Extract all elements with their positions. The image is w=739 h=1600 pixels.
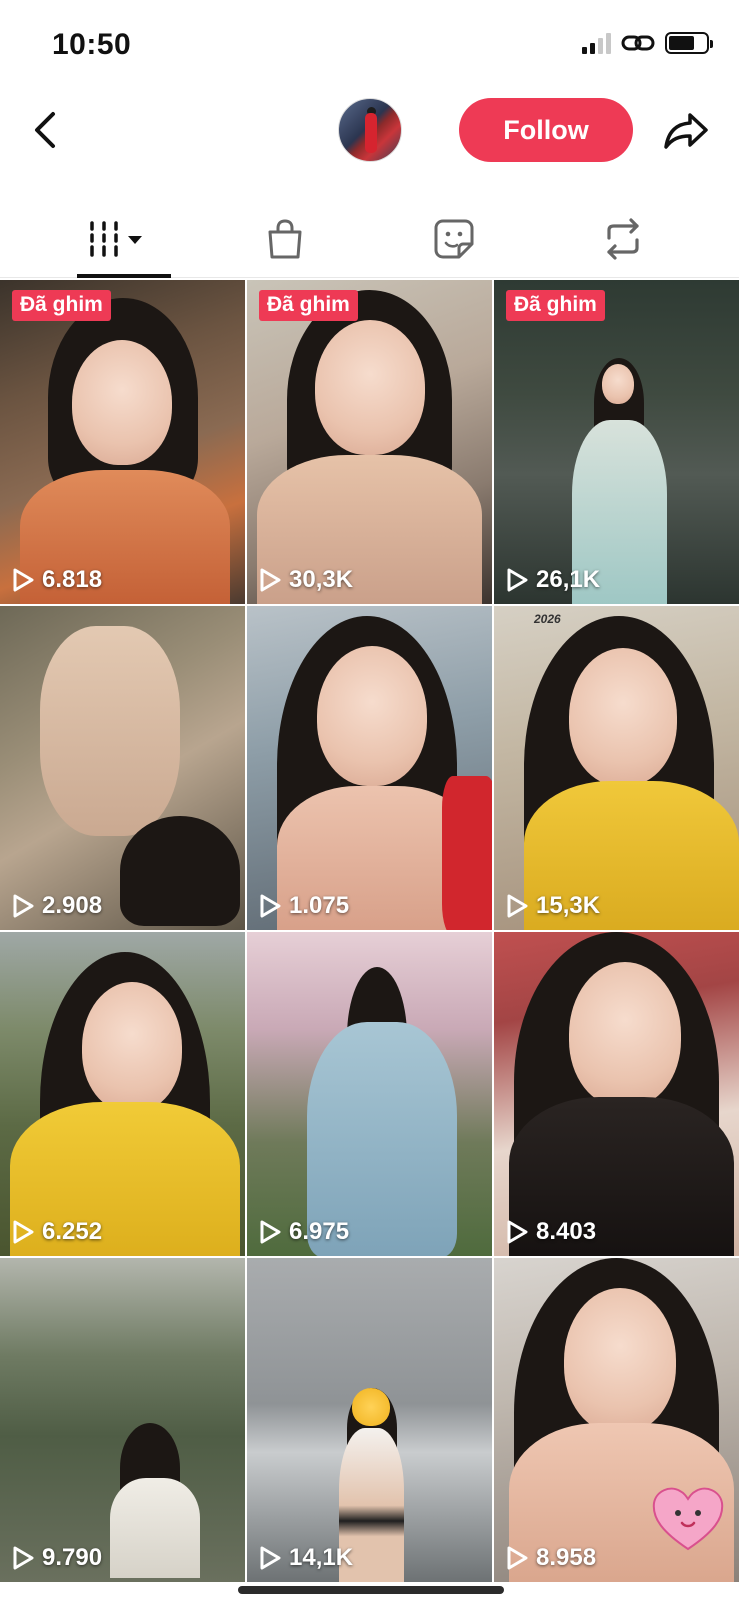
video-tile[interactable]: 6.975 [247, 932, 492, 1256]
share-button[interactable] [660, 106, 712, 156]
view-count-text: 8.403 [536, 1218, 597, 1245]
follow-button[interactable]: Follow [459, 98, 633, 162]
view-count-text: 6.975 [289, 1218, 350, 1245]
play-icon [507, 1546, 528, 1570]
view-count: 9.790 [12, 1544, 102, 1572]
play-icon [13, 1220, 34, 1244]
video-tile[interactable]: Đã ghim 30,3K [247, 280, 492, 604]
overlay-year-text: 2026 [534, 612, 561, 626]
play-icon [13, 568, 34, 592]
play-icon [260, 1546, 281, 1570]
home-indicator[interactable] [238, 1586, 504, 1594]
share-icon [664, 113, 708, 149]
video-tile[interactable]: 6.252 [0, 932, 245, 1256]
battery-icon [665, 32, 713, 54]
pinned-badge: Đã ghim [12, 290, 111, 321]
video-tile[interactable]: Đã ghim 6.818 [0, 280, 245, 604]
tab-videos[interactable] [24, 200, 208, 278]
pinned-badge: Đã ghim [259, 290, 358, 321]
play-icon [507, 894, 528, 918]
video-tile[interactable]: 8.403 [494, 932, 739, 1256]
view-count-text: 30,3K [289, 566, 354, 593]
play-icon [507, 568, 528, 592]
view-count: 15,3K [506, 892, 600, 920]
view-count-text: 1.075 [289, 892, 350, 919]
cellular-signal-icon [582, 32, 611, 54]
view-count-text: 8.958 [536, 1544, 597, 1571]
status-icons [582, 32, 713, 54]
tab-shop[interactable] [193, 200, 377, 278]
view-count-text: 6.818 [42, 566, 103, 593]
video-tile[interactable]: 9.790 [0, 1258, 245, 1582]
shopping-bag-icon [268, 219, 302, 259]
view-count: 1.075 [259, 892, 349, 920]
pinned-badge: Đã ghim [506, 290, 605, 321]
view-count: 6.975 [259, 1218, 349, 1246]
video-tile[interactable]: 2.908 [0, 606, 245, 930]
status-time: 10:50 [52, 28, 132, 61]
videos-grid-icon [90, 221, 142, 257]
repost-icon [607, 218, 639, 260]
avatar[interactable] [338, 98, 402, 162]
play-icon [13, 1546, 34, 1570]
view-count-text: 2.908 [42, 892, 103, 919]
chevron-left-icon [35, 112, 55, 148]
view-count: 2.908 [12, 892, 102, 920]
profile-header: Follow [0, 90, 739, 172]
view-count: 8.403 [506, 1218, 596, 1246]
play-icon [260, 1220, 281, 1244]
view-count: 14,1K [259, 1544, 353, 1572]
tab-reposts[interactable] [531, 200, 715, 278]
back-button[interactable] [22, 108, 66, 152]
play-icon [260, 894, 281, 918]
play-icon [13, 894, 34, 918]
play-icon [260, 568, 281, 592]
view-count-text: 15,3K [536, 892, 601, 919]
sticker-icon [434, 219, 474, 259]
view-count: 6.252 [12, 1218, 102, 1246]
profile-tabs [0, 200, 739, 278]
view-count-text: 14,1K [289, 1544, 354, 1571]
view-count-text: 26,1K [536, 566, 601, 593]
video-grid: Đã ghim 6.818 Đã ghim 30,3K Đã ghim 26,1… [0, 280, 739, 1582]
view-count: 6.818 [12, 566, 102, 594]
view-count: 26,1K [506, 566, 600, 594]
play-icon [507, 1220, 528, 1244]
view-count: 8.958 [506, 1544, 596, 1572]
heart-sticker-icon [652, 1487, 724, 1551]
view-count-text: 6.252 [42, 1218, 103, 1245]
view-count: 30,3K [259, 566, 353, 594]
view-count-text: 9.790 [42, 1544, 103, 1571]
video-tile[interactable]: Đã ghim 26,1K [494, 280, 739, 604]
status-bar: 10:50 [0, 0, 739, 90]
link-icon [621, 35, 655, 51]
video-tile[interactable]: 2026 15,3K [494, 606, 739, 930]
video-tile[interactable]: 14,1K [247, 1258, 492, 1582]
tab-stickers[interactable] [362, 200, 546, 278]
video-tile[interactable]: 1.075 [247, 606, 492, 930]
